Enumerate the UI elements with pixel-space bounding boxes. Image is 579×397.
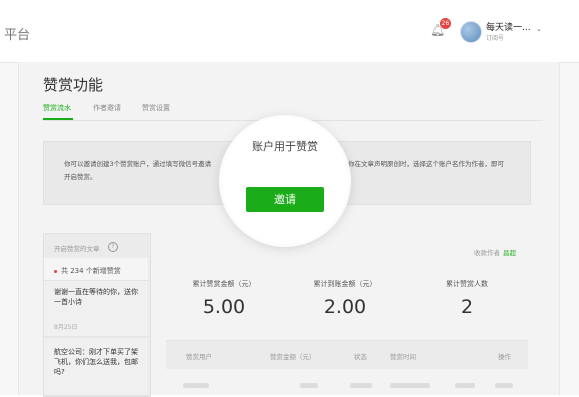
stat-label-received: 累计到账金额（元） <box>313 280 377 288</box>
blurred-cell <box>350 383 372 388</box>
invite-info-text-right: 你在文章声明原创时，选择这个账户名作为作者，即可 <box>348 160 504 168</box>
tab-reward-records[interactable]: 赞赏流水 <box>43 103 71 113</box>
blurred-cell <box>495 383 513 388</box>
help-icon[interactable]: ? <box>108 242 118 252</box>
page-title: 赞赏功能 <box>43 76 104 94</box>
chevron-down-icon[interactable]: ⌄ <box>536 25 542 33</box>
stat-label-total-reward: 累计赞赏金额（元） <box>192 280 256 288</box>
invite-button[interactable]: 邀请 <box>246 187 324 212</box>
top-bar: 平台 🔔︎ 26 每天读一... 订阅号 ⌄ <box>0 0 579 63</box>
column-header-user: 赞赏用户 <box>186 353 212 361</box>
column-header-amount: 赞赏金额（元） <box>270 353 316 361</box>
tab-author-invite[interactable]: 作者邀请 <box>93 103 121 113</box>
payee-author-label: 收款作者 <box>474 249 500 257</box>
stat-value-total-reward: 5.00 <box>202 296 246 318</box>
platform-title: 平台 <box>4 28 31 43</box>
article-title: 航空公司：刚才下单买了架飞机，你们怎么送我，包邮吗? <box>54 348 138 376</box>
blurred-cell <box>455 383 475 388</box>
blurred-cell <box>300 383 318 388</box>
invite-info-text-left: 你可以邀请创建3个赞赏账户，通过填写微信号邀请 <box>64 160 212 168</box>
blurred-cell <box>183 383 209 388</box>
stat-value-reward-people: 2 <box>460 296 474 318</box>
tab-reward-settings[interactable]: 赞赏设置 <box>142 103 170 113</box>
active-tab-indicator <box>43 118 73 120</box>
stat-label-reward-people: 累计赞赏人数 <box>446 280 488 288</box>
notification-badge: 26 <box>440 18 451 29</box>
article-title: 谢谢一直在等待的你，送你一首小诗 <box>54 288 138 306</box>
account-type: 订阅号 <box>486 35 505 42</box>
column-header-time: 赞赏时间 <box>390 353 416 361</box>
new-reward-count-text: 共 234 个新增赞赏 <box>61 267 121 275</box>
red-dot-icon <box>54 269 57 273</box>
account-name[interactable]: 每天读一... <box>486 20 531 33</box>
avatar[interactable] <box>460 21 482 43</box>
bell-icon[interactable]: 🔔︎ <box>430 24 445 37</box>
stat-value-received: 2.00 <box>323 296 367 318</box>
table-header <box>166 340 528 369</box>
lens-caption: 账户用于赞赏 <box>252 140 318 153</box>
payee-author-name[interactable]: 昌超 <box>503 249 516 257</box>
column-header-action: 操作 <box>498 353 511 361</box>
magnifier-lens: 账户用于赞赏 邀请 <box>222 118 348 244</box>
new-reward-count: 共 234 个新增赞赏 <box>54 266 121 276</box>
sidebar-header: 开启赞赏的文章 <box>54 245 100 253</box>
blurred-cell <box>390 383 430 388</box>
article-date: 8月25日 <box>54 324 78 331</box>
invite-info-text-line2: 开启赞赏。 <box>64 173 97 181</box>
payee-author: 收款作者 昌超 <box>474 247 516 257</box>
column-header-status: 状态 <box>354 353 367 361</box>
